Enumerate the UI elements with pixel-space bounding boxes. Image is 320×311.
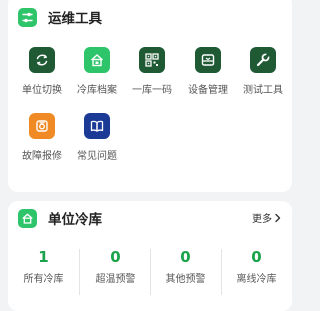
stat-all-cold-storage[interactable]: 1 所有冷库	[8, 248, 79, 285]
unit-cold-storage-title: 单位冷库	[48, 212, 102, 228]
tool-label: 冷库档案	[77, 85, 117, 96]
stat-label: 离线冷库	[236, 274, 277, 285]
qr-code-icon	[139, 47, 165, 73]
tool-label: 一库一码	[132, 85, 172, 96]
tool-test-tools[interactable]: 测试工具	[235, 47, 291, 96]
home-icon	[18, 208, 37, 228]
switch-icon	[29, 47, 55, 73]
book-icon	[84, 113, 110, 139]
ops-tools-card: 运维工具 单位切换 冷库档案 一库一码 设备管理 测试工具 故障报修 常见问题	[8, 0, 292, 192]
device-box-icon	[195, 47, 221, 73]
ops-tools-title: 运维工具	[48, 11, 102, 27]
tool-label: 单位切换	[22, 85, 62, 96]
stat-value: 1	[38, 248, 49, 266]
unit-cold-storage-card: 单位冷库 更多 1 所有冷库 0 超温预警 0 其他预警 0 离线冷库	[8, 201, 292, 311]
ops-tools-header: 运维工具	[18, 7, 102, 27]
unit-cold-storage-header: 单位冷库	[18, 208, 102, 228]
stat-label: 超温预警	[95, 274, 136, 285]
tool-label: 故障报修	[22, 151, 62, 162]
wrench-icon	[250, 47, 276, 73]
stat-over-temperature-warning[interactable]: 0 超温预警	[80, 248, 151, 285]
tool-label: 常见问题	[77, 151, 117, 162]
tool-cold-storage-archive[interactable]: 冷库档案	[69, 47, 125, 96]
stat-label: 所有冷库	[23, 274, 64, 285]
stat-value: 0	[110, 248, 121, 266]
stat-other-warning[interactable]: 0 其他预警	[150, 248, 221, 285]
tool-unit-switch[interactable]: 单位切换	[14, 47, 70, 96]
tool-device-management[interactable]: 设备管理	[180, 47, 236, 96]
tool-label: 设备管理	[188, 85, 228, 96]
more-link[interactable]: 更多	[252, 210, 282, 225]
tool-faq[interactable]: 常见问题	[69, 113, 125, 162]
stat-value: 0	[251, 248, 262, 266]
repair-icon	[29, 113, 55, 139]
tool-label: 测试工具	[243, 85, 283, 96]
stat-value: 0	[180, 248, 191, 266]
tool-fault-repair[interactable]: 故障报修	[14, 113, 70, 162]
stat-offline-cold-storage[interactable]: 0 离线冷库	[221, 248, 292, 285]
tool-qr-code[interactable]: 一库一码	[124, 47, 180, 96]
home-folder-icon	[84, 47, 110, 73]
stat-label: 其他预警	[165, 274, 206, 285]
sliders-icon	[18, 7, 37, 27]
more-label: 更多	[252, 214, 272, 225]
chevron-right-icon	[275, 213, 281, 222]
